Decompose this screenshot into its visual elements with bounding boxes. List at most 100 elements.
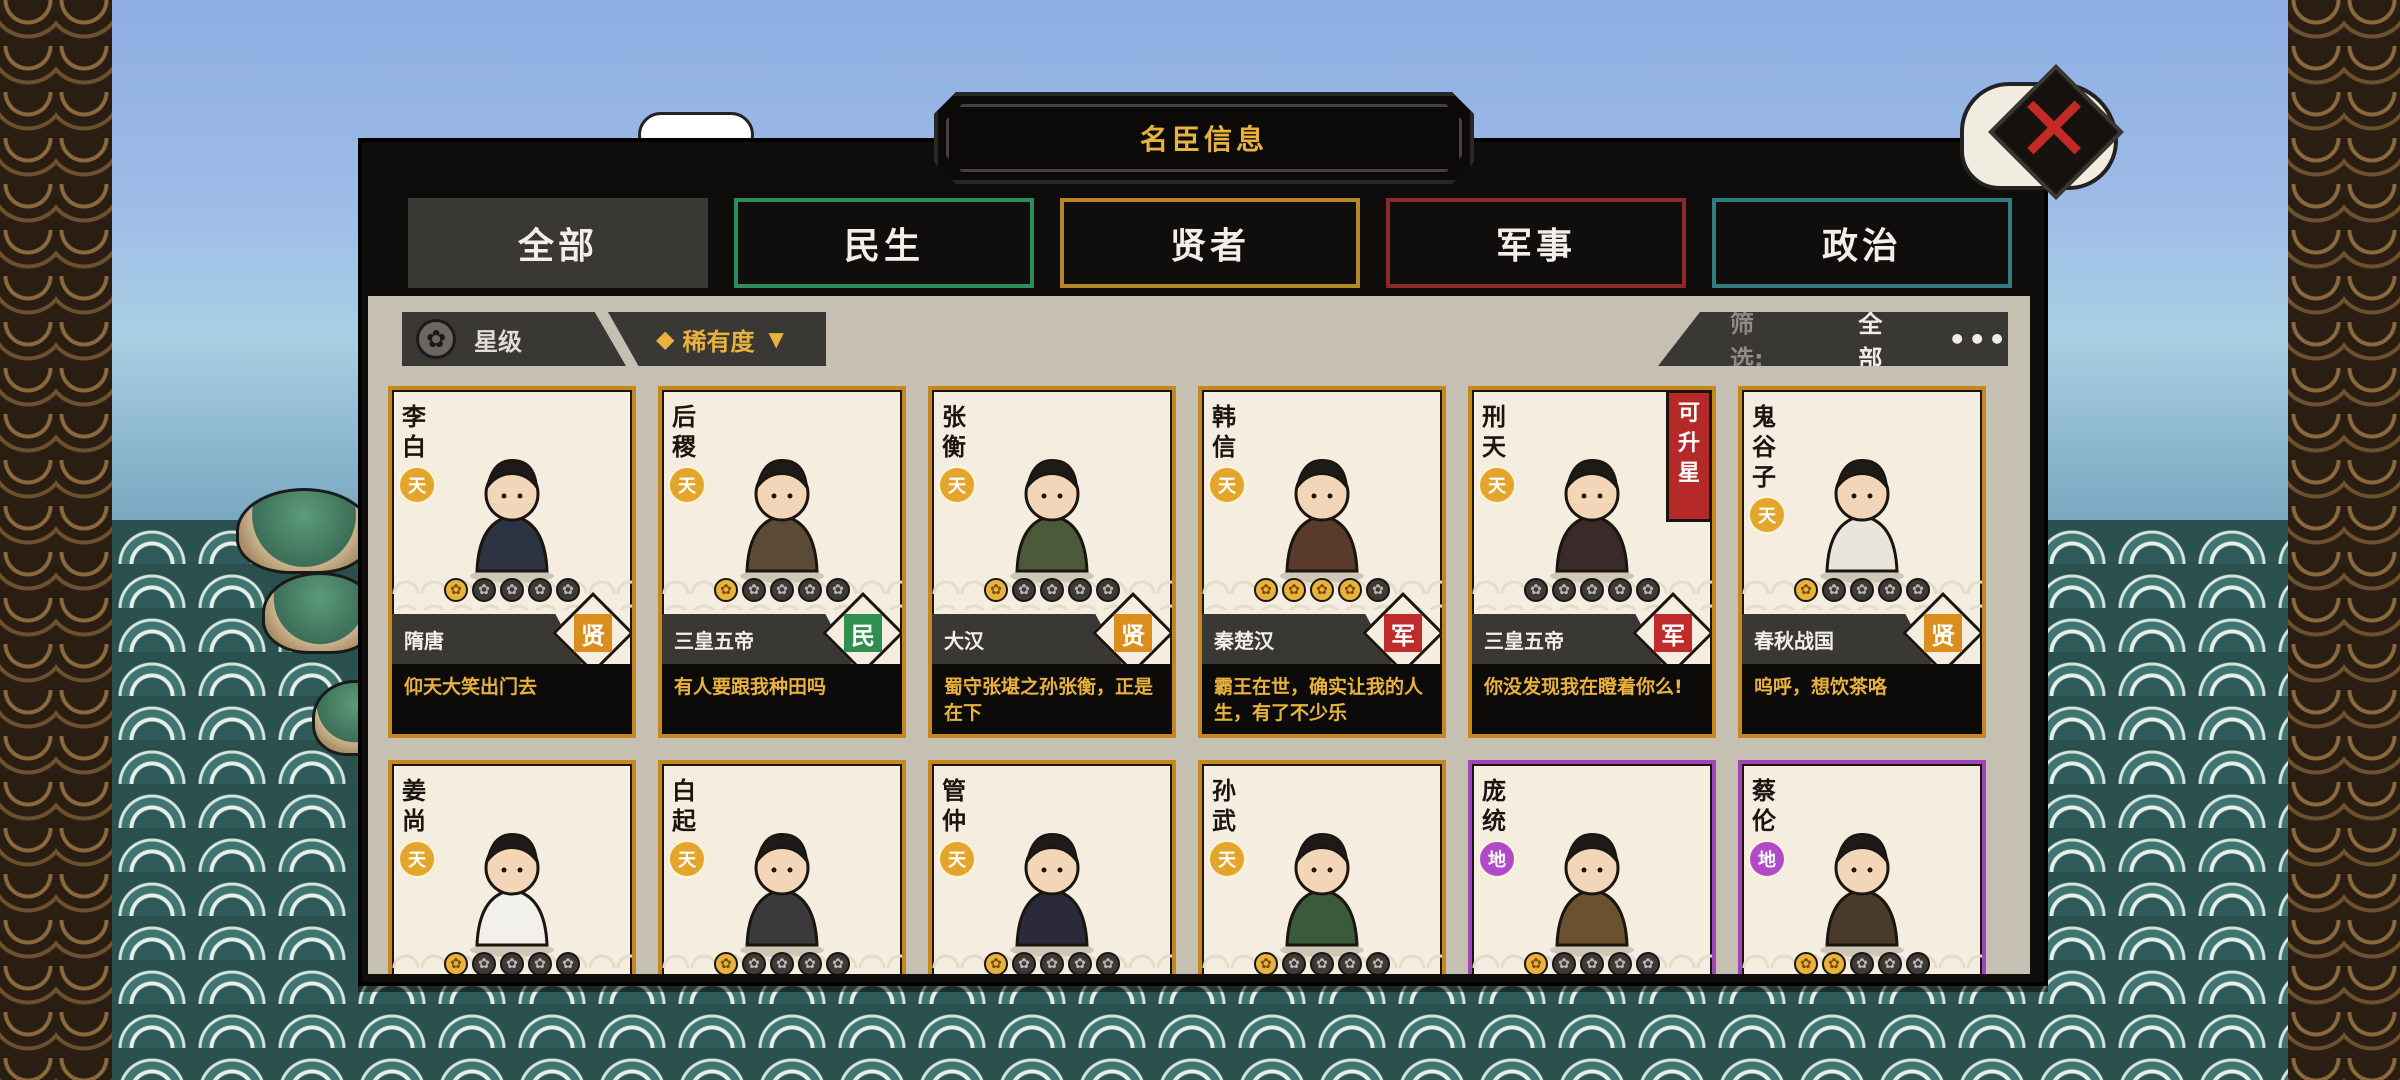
star-icon: ✿ [1310,578,1334,602]
filter-bar: ✿ 星级 ◆ 稀有度 ▼ 筛选: 全部 ••• [368,306,2030,366]
minister-card[interactable]: 管仲天 ✿ ✿ ✿ ✿ ✿ [928,760,1176,974]
tab-livelihood[interactable]: 民生 [734,198,1034,288]
star-icon: ✿ [714,578,738,602]
portrait-image [740,832,824,957]
minister-name: 蔡伦 [1752,777,1776,835]
page-title: 名臣信息 [1139,123,1268,156]
star-icon: ✿ [1366,952,1390,974]
dynasty-label: 春秋战国 [1742,614,1932,664]
grade-badge: 天 [938,840,976,878]
star-icon: ✿ [500,952,524,974]
dynasty-label: 秦楚汉 [1202,614,1392,664]
tab-all[interactable]: 全部 [408,198,708,288]
star-rating: ✿ ✿ ✿ ✿ ✿ [1742,952,1982,974]
star-icon: ✿ [1850,952,1874,974]
category-label: 贤 [574,614,612,652]
minister-card[interactable]: 后稷天 ✿ ✿ ✿ ✿ ✿ 三皇五帝民有人要跟我种田吗 [658,386,906,738]
dynasty-label: 三皇五帝 [1472,614,1662,664]
portrait-image [740,458,824,583]
star-icon: ✿ [500,578,524,602]
star-icon: ✿ [528,578,552,602]
minister-grid: 李白天 ✿ ✿ ✿ ✿ ✿ 隋唐贤仰天大笑出门去 后稷天 ✿ ✿ ✿ ✿ ✿ 三皇五帝民有人要跟我种田吗张… [388,386,1986,974]
category-label: 军 [1654,614,1692,652]
minister-quote: 呜呼，想饮茶咯 [1742,664,1982,734]
grade-badge: 天 [668,840,706,878]
close-icon: ✕ [2015,76,2093,183]
minister-card[interactable]: 白起天 ✿ ✿ ✿ ✿ ✿ [658,760,906,974]
title-plaque: 名臣信息 [934,92,1474,184]
minister-name: 张衡 [942,403,966,461]
minister-card[interactable]: 李白天 ✿ ✿ ✿ ✿ ✿ 隋唐贤仰天大笑出门去 [388,386,636,738]
minister-quote: 有人要跟我种田吗 [662,664,902,734]
tab-politics[interactable]: 政治 [1712,198,2012,288]
star-icon: ✿ [984,952,1008,974]
star-icon: ✿ [1254,578,1278,602]
category-label: 贤 [1114,614,1152,652]
card-list-area[interactable]: ✿ 星级 ◆ 稀有度 ▼ 筛选: 全部 ••• 李白天 ✿ ✿ ✿ ✿ ✿ 隋唐贤仰天大笑出… [368,296,2030,974]
minister-card[interactable]: 姜尚天 ✿ ✿ ✿ ✿ ✿ [388,760,636,974]
grade-badge: 天 [398,840,436,878]
star-icon: ✿ [1282,952,1306,974]
star-icon: ✿ [1524,578,1548,602]
star-icon: ✿ [714,952,738,974]
minister-name: 韩信 [1212,403,1236,461]
filter-dropdown[interactable]: 筛选: 全部 ••• [1658,312,2008,366]
tab-military[interactable]: 军事 [1386,198,1686,288]
minister-card[interactable]: 蔡伦地 ✿ ✿ ✿ ✿ ✿ [1738,760,1986,974]
portrait-image [1280,832,1364,957]
portrait-image [1010,832,1094,957]
minister-card[interactable]: 张衡天 ✿ ✿ ✿ ✿ ✿ 大汉贤蜀守张堪之孙张衡，正是在下 [928,386,1176,738]
star-icon: ✿ [1068,952,1092,974]
minister-card[interactable]: 孙武天 ✿ ✿ ✿ ✿ ✿ [1198,760,1446,974]
star-icon: ✿ [1254,952,1278,974]
star-rating: ✿ ✿ ✿ ✿ ✿ [392,952,632,974]
star-icon: ✿ [1552,952,1576,974]
tab-sage[interactable]: 贤者 [1060,198,1360,288]
sort-by-rarity-button[interactable]: ◆ 稀有度 ▼ [608,312,826,366]
dynasty-label: 隋唐 [392,614,582,664]
grade-badge: 天 [398,466,436,504]
star-icon: ✿ [984,578,1008,602]
grade-badge: 天 [1748,496,1786,534]
minister-card[interactable]: 庞统地 ✿ ✿ ✿ ✿ ✿ [1468,760,1716,974]
minister-name: 庞统 [1482,777,1506,835]
star-icon: ✿ [1552,578,1576,602]
close-button[interactable]: ✕ [1960,64,2124,204]
star-icon: ✿ [1096,578,1120,602]
category-tabs: 全部 民生 贤者 军事 政治 [408,198,2012,288]
dynasty-label: 大汉 [932,614,1122,664]
star-rating: ✿ ✿ ✿ ✿ ✿ [662,952,902,974]
star-icon: ✿ [1040,952,1064,974]
sort-by-star-button[interactable]: ✿ 星级 [402,312,626,366]
star-rating: ✿ ✿ ✿ ✿ ✿ [1202,952,1442,974]
diamond-icon: ◆ [656,325,675,353]
portrait-image [470,458,554,583]
category-label: 军 [1384,614,1422,652]
minister-card[interactable]: 刑天天可升星 ✿ ✿ ✿ ✿ ✿ 三皇五帝军你没发现我在瞪着你么! [1468,386,1716,738]
star-icon: ✿ [1878,578,1902,602]
sort-star-label: 星级 [474,327,522,356]
minister-card[interactable]: 韩信天 ✿ ✿ ✿ ✿ ✿ 秦楚汉军霸王在世，确实让我的人生，有了不少乐 [1198,386,1446,738]
star-icon: ✿ [1794,952,1818,974]
left-ornament-border [0,0,116,1080]
flower-icon: ✿ [416,319,456,359]
star-icon: ✿ [798,578,822,602]
star-icon: ✿ [1338,952,1362,974]
grade-badge: 天 [668,466,706,504]
star-icon: ✿ [472,952,496,974]
grade-badge: 天 [1208,840,1246,878]
star-icon: ✿ [1310,952,1334,974]
star-icon: ✿ [1068,578,1092,602]
star-icon: ✿ [1096,952,1120,974]
star-icon: ✿ [1012,578,1036,602]
minister-name: 鬼谷子 [1752,403,1776,491]
upgrade-star-badge: 可升星 [1666,390,1712,522]
minister-card[interactable]: 鬼谷子天 ✿ ✿ ✿ ✿ ✿ 春秋战国贤呜呼，想饮茶咯 [1738,386,1986,738]
star-icon: ✿ [826,952,850,974]
star-icon: ✿ [1580,952,1604,974]
minister-quote: 霸王在世，确实让我的人生，有了不少乐 [1202,664,1442,734]
filter-label: 筛选: [1730,310,1764,373]
minister-name: 李白 [402,403,426,461]
star-icon: ✿ [1338,578,1362,602]
minister-name: 后稷 [672,403,696,461]
